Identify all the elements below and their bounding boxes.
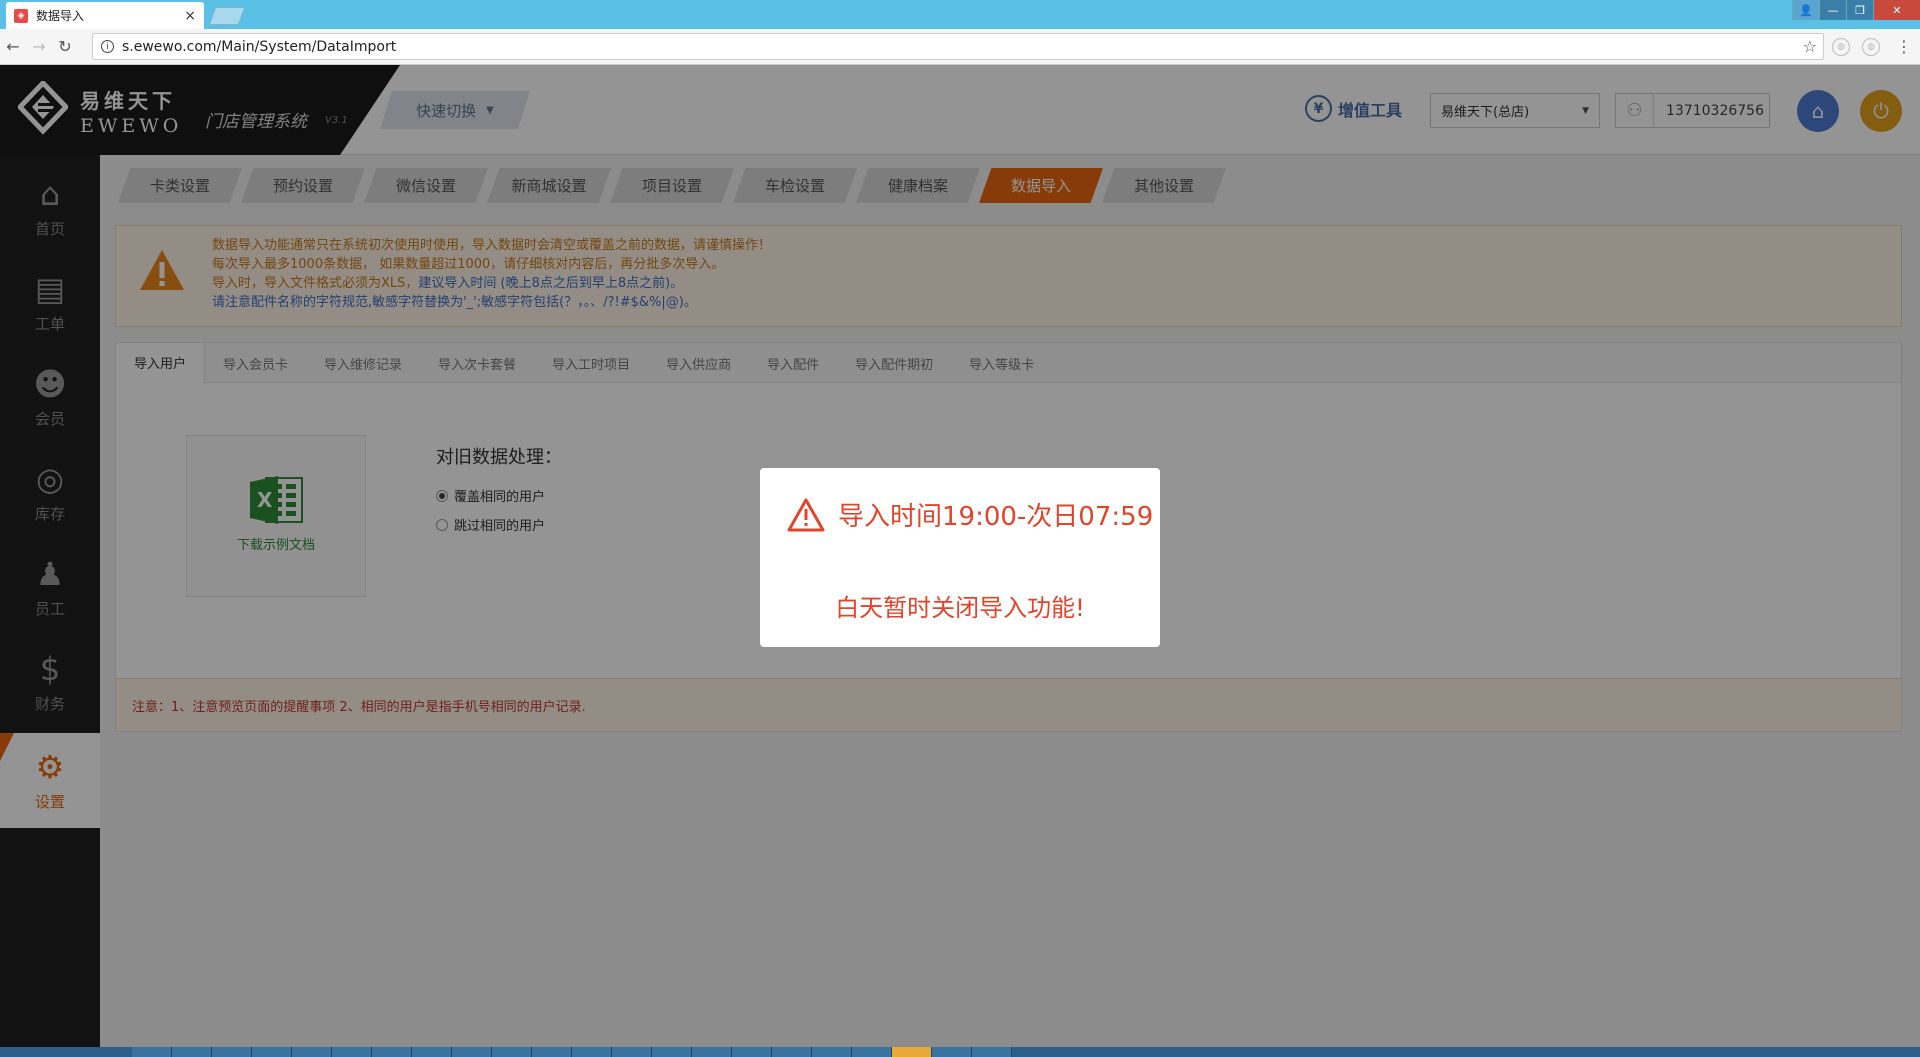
extension-icon[interactable]: ◍ (1862, 38, 1880, 56)
taskbar-item[interactable] (732, 1047, 772, 1057)
taskbar-item[interactable] (292, 1047, 332, 1057)
taskbar-item[interactable] (772, 1047, 812, 1057)
browser-tab[interactable]: ◈ 数据导入 × (6, 2, 204, 29)
taskbar-item[interactable] (972, 1047, 1012, 1057)
site-info-icon[interactable]: i (101, 40, 114, 53)
new-tab-button[interactable] (208, 7, 246, 25)
taskbar-item[interactable] (492, 1047, 532, 1057)
extension-icon[interactable]: ◍ (1832, 38, 1850, 56)
bookmark-star-icon[interactable]: ☆ (1803, 37, 1823, 56)
taskbar-item[interactable] (212, 1047, 252, 1057)
modal-message: 白天暂时关闭导入功能! (835, 594, 1085, 622)
taskbar-item[interactable] (572, 1047, 612, 1057)
taskbar-item[interactable] (892, 1047, 932, 1057)
os-taskbar (0, 1047, 1920, 1057)
close-window-button[interactable]: ✕ (1873, 0, 1920, 20)
url-input[interactable]: i s.ewewo.com/Main/System/DataImport ☆ (92, 33, 1824, 60)
back-icon[interactable]: ← (0, 37, 26, 56)
profile-icon[interactable]: 👤 (1792, 0, 1819, 20)
modal-title-text: 导入时间19:00-次日07:59 (838, 502, 1154, 532)
alert-triangle-icon (787, 498, 825, 531)
import-time-modal: 导入时间19:00-次日07:59 白天暂时关闭导入功能! (760, 468, 1160, 647)
taskbar-item[interactable] (252, 1047, 292, 1057)
taskbar-item[interactable] (452, 1047, 492, 1057)
taskbar-item[interactable] (612, 1047, 652, 1057)
taskbar-item[interactable] (812, 1047, 852, 1057)
tab-close-icon[interactable]: × (184, 8, 196, 24)
window-controls: 👤 — ❐ ✕ (1792, 0, 1920, 20)
taskbar-item[interactable] (692, 1047, 732, 1057)
reload-icon[interactable]: ↻ (52, 37, 78, 56)
browser-menu-icon[interactable]: ⋮ (1896, 37, 1912, 56)
maximize-button[interactable]: ❐ (1846, 0, 1873, 20)
browser-tab-bar: ◈ 数据导入 × 👤 — ❐ ✕ (0, 0, 1920, 29)
url-text: s.ewewo.com/Main/System/DataImport (122, 38, 397, 55)
taskbar-item[interactable] (412, 1047, 452, 1057)
taskbar-item[interactable] (532, 1047, 572, 1057)
address-bar: ← → ↻ i s.ewewo.com/Main/System/DataImpo… (0, 29, 1920, 65)
taskbar-item[interactable] (852, 1047, 892, 1057)
taskbar-item[interactable] (132, 1047, 172, 1057)
taskbar-item[interactable] (332, 1047, 372, 1057)
modal-title: 导入时间19:00-次日07:59 (786, 496, 1153, 533)
minimize-button[interactable]: — (1819, 0, 1846, 20)
browser-tab-title: 数据导入 (36, 9, 85, 23)
taskbar-item[interactable] (652, 1047, 692, 1057)
taskbar-item[interactable] (932, 1047, 972, 1057)
taskbar-item[interactable] (172, 1047, 212, 1057)
taskbar-item[interactable] (372, 1047, 412, 1057)
favicon-icon: ◈ (14, 8, 28, 23)
forward-icon[interactable]: → (26, 37, 52, 56)
